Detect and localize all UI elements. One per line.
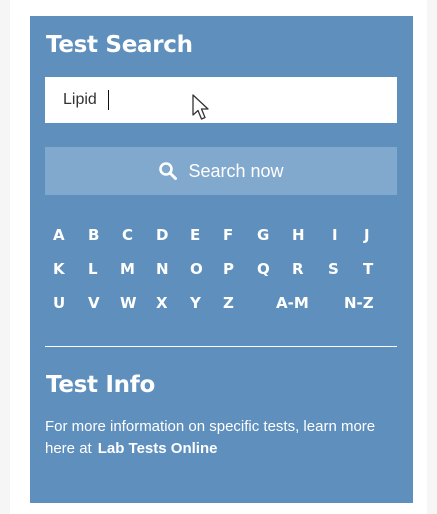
section-divider: [45, 346, 397, 347]
letter-link-c[interactable]: C: [122, 226, 133, 244]
search-input-container[interactable]: [45, 77, 397, 123]
letter-link-o[interactable]: O: [190, 260, 203, 278]
range-link-n-z[interactable]: N-Z: [344, 294, 374, 312]
letter-link-i[interactable]: I: [332, 226, 338, 244]
letter-link-f[interactable]: F: [223, 226, 233, 244]
letter-link-b[interactable]: B: [88, 226, 99, 244]
letter-link-e[interactable]: E: [190, 226, 200, 244]
letter-link-m[interactable]: M: [120, 260, 135, 278]
text-caret: [108, 90, 109, 110]
search-icon: [159, 162, 178, 180]
letter-link-v[interactable]: V: [88, 294, 100, 312]
letter-link-u[interactable]: U: [53, 294, 65, 312]
letter-link-s[interactable]: S: [328, 260, 339, 278]
mouse-cursor-icon: [192, 94, 209, 120]
letter-link-j[interactable]: J: [364, 226, 370, 244]
search-now-button[interactable]: Search now: [45, 147, 397, 195]
lab-tests-online-link[interactable]: Lab Tests Online: [98, 440, 218, 457]
range-link-a-m[interactable]: A-M: [276, 294, 309, 312]
letter-link-r[interactable]: R: [292, 260, 304, 278]
letter-link-y[interactable]: Y: [190, 294, 201, 312]
search-now-label: Search now: [188, 160, 284, 181]
letter-link-g[interactable]: G: [257, 226, 269, 244]
alphabet-row: A B C D E F G H I J: [45, 226, 397, 260]
letter-link-z[interactable]: Z: [223, 294, 234, 312]
test-search-panel: Test Search Search now A B C D E F: [30, 16, 413, 503]
letter-link-h[interactable]: H: [292, 226, 305, 244]
letter-link-p[interactable]: P: [223, 260, 234, 278]
info-description: For more information on specific tests, …: [45, 416, 405, 460]
letter-link-a[interactable]: A: [53, 226, 65, 244]
letter-link-x[interactable]: X: [156, 294, 168, 312]
letter-link-d[interactable]: D: [156, 226, 168, 244]
search-title: Test Search: [46, 32, 193, 58]
alphabet-index: A B C D E F G H I J K L M N O P Q R S T …: [45, 226, 397, 328]
letter-link-k[interactable]: K: [53, 260, 65, 278]
letter-link-w[interactable]: W: [120, 294, 137, 312]
alphabet-row: K L M N O P Q R S T: [45, 260, 397, 294]
letter-link-t[interactable]: T: [363, 260, 373, 278]
letter-link-l[interactable]: L: [88, 260, 98, 278]
letter-link-q[interactable]: Q: [257, 260, 270, 278]
alphabet-row: U V W X Y Z A-M N-Z: [45, 294, 397, 328]
letter-link-n[interactable]: N: [156, 260, 169, 278]
page-frame: Test Search Search now A B C D E F: [0, 0, 437, 514]
search-input[interactable]: [45, 77, 397, 123]
info-title: Test Info: [46, 372, 155, 398]
